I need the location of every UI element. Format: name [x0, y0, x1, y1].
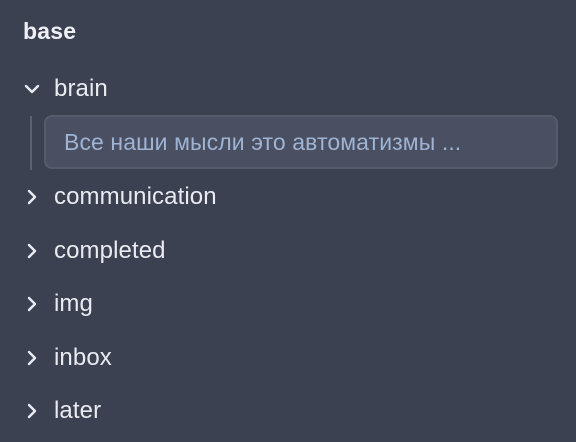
- chevron-right-icon[interactable]: [20, 346, 44, 370]
- chevron-right-icon[interactable]: [20, 239, 44, 263]
- file-tree: base brain Все наши мысли это автоматизм…: [0, 0, 576, 442]
- chevron-right-icon[interactable]: [20, 185, 44, 209]
- indent-guide: [30, 116, 32, 170]
- folder-later[interactable]: later: [20, 391, 560, 431]
- tree-root-label[interactable]: base: [23, 18, 76, 45]
- chevron-right-icon[interactable]: [20, 292, 44, 316]
- folder-label: img: [54, 290, 93, 317]
- folder-label: inbox: [54, 344, 112, 371]
- folder-label: completed: [54, 237, 166, 264]
- folder-communication[interactable]: communication: [20, 177, 560, 217]
- chevron-right-icon[interactable]: [20, 399, 44, 423]
- file-label: Все наши мысли это автоматизмы ...: [64, 128, 462, 155]
- folder-brain-children: Все наши мысли это автоматизмы ...: [30, 114, 562, 172]
- folder-completed[interactable]: completed: [20, 231, 560, 271]
- folder-label: communication: [54, 183, 217, 210]
- file-item-selected[interactable]: Все наши мысли это автоматизмы ...: [44, 115, 558, 169]
- folder-img[interactable]: img: [20, 284, 560, 324]
- folder-label: brain: [54, 75, 108, 102]
- folder-brain[interactable]: brain: [20, 69, 560, 109]
- chevron-down-icon[interactable]: [20, 77, 44, 101]
- folder-inbox[interactable]: inbox: [20, 338, 560, 378]
- folder-label: later: [54, 397, 102, 424]
